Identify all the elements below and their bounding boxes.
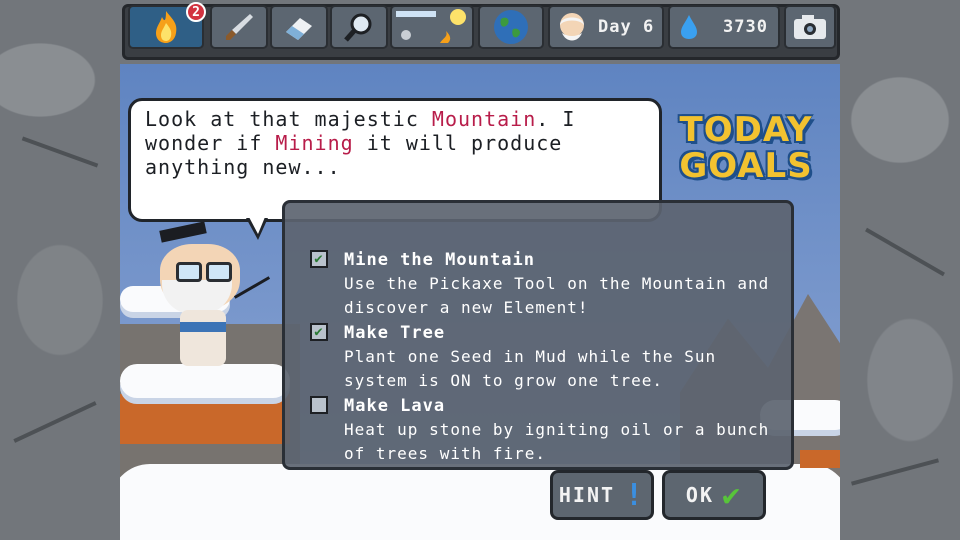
eraser-tool-button[interactable] <box>270 5 328 49</box>
dialog-text: Look at that majestic <box>145 107 432 131</box>
goal-title: Make Tree <box>344 323 446 343</box>
checkmark-icon: ✔ <box>722 477 743 513</box>
day-label: Day 6 <box>598 17 655 37</box>
ok-button[interactable]: OK ✔ <box>662 470 766 520</box>
glasses <box>206 262 232 282</box>
goal-title: Mine the Mountain <box>344 250 535 270</box>
brush-icon <box>226 14 253 40</box>
goal-description: Use the Pickaxe Tool on the Mountain and… <box>344 274 770 317</box>
soil-layer <box>120 394 290 444</box>
professor-robe <box>180 310 226 366</box>
speech-tail-fill <box>249 217 265 234</box>
goal-checkbox[interactable]: ✔ <box>310 323 328 341</box>
goal-item: Make Lava Heat up stone by igniting oil … <box>310 394 780 466</box>
brush-tool-button[interactable] <box>210 5 268 49</box>
planet-button[interactable] <box>478 5 544 49</box>
eraser-icon <box>286 18 312 40</box>
magnifier-tool-button[interactable] <box>330 5 388 49</box>
mana-value: 3730 <box>723 17 768 37</box>
professor-belt <box>180 322 226 332</box>
goal-checkbox[interactable]: ✔ <box>310 250 328 268</box>
dialog-keyword: Mining <box>275 131 354 155</box>
goal-checkbox[interactable] <box>310 396 328 414</box>
hint-button[interactable]: HINT ! <box>550 470 654 520</box>
goal-title: Make Lava <box>344 396 446 416</box>
goal-item: ✔ Make Tree Plant one Seed in Mud while … <box>310 321 780 393</box>
goal-description: Plant one Seed in Mud while the Sun syst… <box>344 347 717 390</box>
goals-title-line: GOALS <box>679 146 813 186</box>
glasses <box>176 262 202 282</box>
professor-icon <box>560 13 584 41</box>
magnifier-icon <box>344 13 372 42</box>
dialog-keyword: Mountain <box>431 107 537 131</box>
sun-system-icon <box>396 9 466 43</box>
ok-label: OK <box>685 483 715 507</box>
fire-count-badge: 2 <box>186 2 206 22</box>
planet-icon <box>494 10 528 44</box>
hint-label: HINT <box>558 483 616 507</box>
goals-title: TODAY GOALS <box>676 112 816 184</box>
exclamation-icon: ! <box>625 477 646 513</box>
camera-button[interactable] <box>784 5 836 49</box>
camera-icon <box>794 15 826 39</box>
goal-item: ✔ Mine the Mountain Use the Pickaxe Tool… <box>310 248 780 320</box>
cloud <box>120 364 290 398</box>
soil-layer <box>800 450 840 468</box>
goals-title-line: TODAY <box>679 110 813 150</box>
day-counter[interactable]: Day 6 <box>548 5 664 49</box>
mana-drop-icon <box>681 15 697 39</box>
mana-counter: 3730 <box>668 5 780 49</box>
goal-description: Heat up stone by igniting oil or a bunch… <box>344 420 770 463</box>
fire-icon <box>156 11 177 43</box>
sun-system-button[interactable] <box>390 5 474 49</box>
